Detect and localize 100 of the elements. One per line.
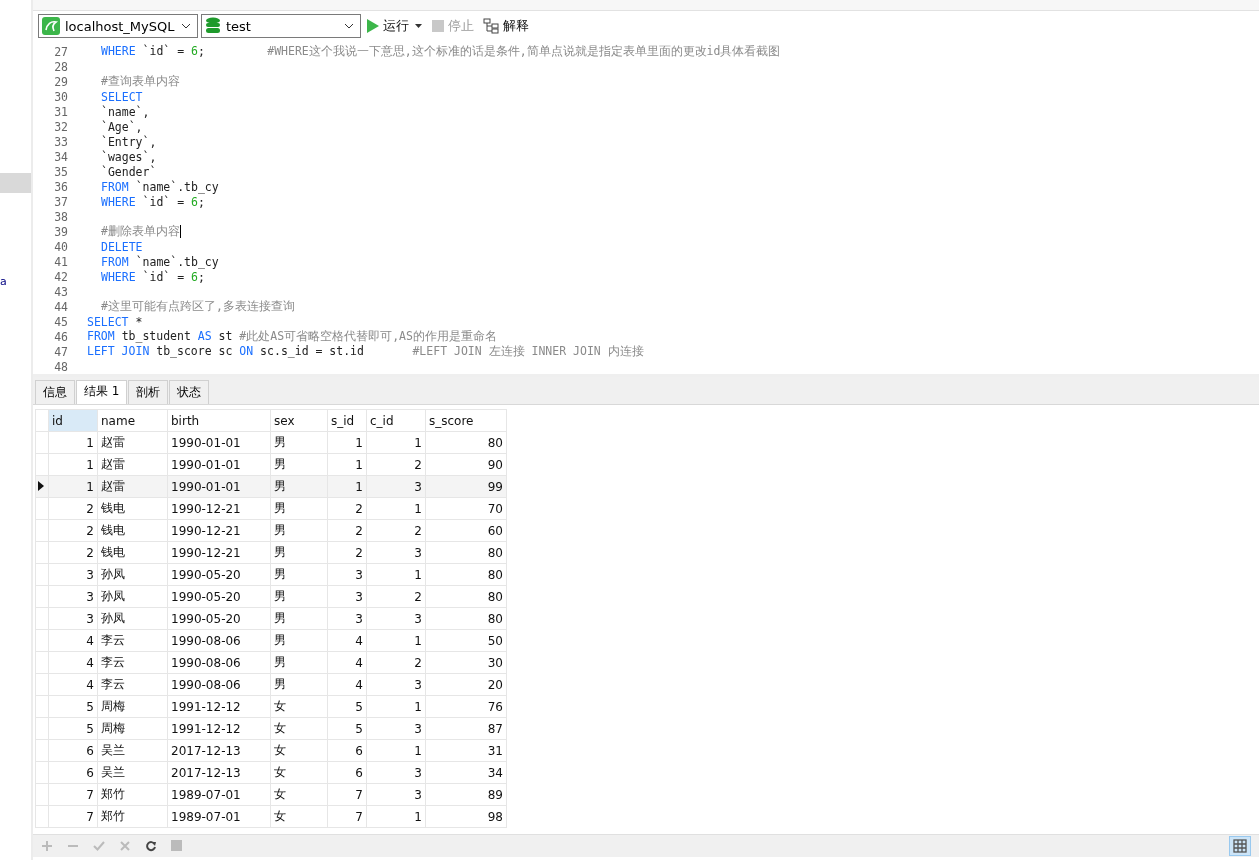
table-cell: 3 — [327, 585, 367, 608]
table-cell: 3 — [366, 673, 426, 696]
table-cell: 70 — [425, 497, 507, 520]
table-cell: 2 — [366, 519, 426, 542]
table-cell: 5 — [327, 695, 367, 718]
table-cell: 76 — [425, 695, 507, 718]
line-number: 46 — [53, 329, 68, 344]
table-cell: 1989-07-01 — [167, 805, 271, 828]
code-line: #删除表单内容 — [100, 224, 180, 239]
table-cell: 3 — [48, 585, 98, 608]
table-cell: 男 — [270, 519, 328, 542]
table-cell: 1 — [48, 431, 98, 454]
table-cell: 男 — [270, 651, 328, 674]
check-icon[interactable] — [93, 840, 105, 852]
table-cell: 男 — [270, 497, 328, 520]
line-number: 37 — [53, 194, 68, 209]
table-cell: 1 — [48, 453, 98, 476]
table-cell: 1 — [366, 695, 426, 718]
result-tab[interactable]: 状态 — [169, 380, 210, 404]
code-line: `wages`, — [100, 149, 157, 164]
line-number: 48 — [53, 359, 68, 374]
table-cell: 1990-01-01 — [167, 431, 271, 454]
table-cell: 3 — [366, 783, 426, 806]
column-header[interactable]: s_id — [327, 409, 367, 432]
line-number: 47 — [53, 344, 68, 359]
table-cell: 80 — [425, 541, 507, 564]
diagram-icon — [483, 18, 499, 34]
current-row-icon — [38, 480, 44, 491]
table-cell: 34 — [425, 761, 507, 784]
code-line: `Age`, — [100, 119, 143, 134]
table-cell: 郑竹 — [97, 783, 168, 806]
code-line: DELETE — [100, 239, 143, 254]
stop-icon — [432, 20, 444, 32]
table-cell: 1 — [366, 497, 426, 520]
result-tab[interactable]: 结果 1 — [76, 380, 128, 404]
table-cell: 2 — [366, 651, 426, 674]
run-button[interactable]: 运行 — [364, 17, 412, 35]
close-icon[interactable] — [119, 840, 131, 852]
table-cell: 4 — [48, 651, 98, 674]
table-cell: 女 — [270, 695, 328, 718]
table-cell: 1990-12-21 — [167, 519, 271, 542]
row-selector[interactable] — [35, 475, 49, 498]
caret-icon[interactable] — [415, 24, 422, 28]
column-header[interactable]: birth — [167, 409, 271, 432]
table-cell: 孙凤 — [97, 585, 168, 608]
table-cell: 1991-12-12 — [167, 695, 271, 718]
table-cell: 2 — [327, 541, 367, 564]
result-tab[interactable]: 剖析 — [128, 380, 169, 404]
table-cell: 男 — [270, 629, 328, 652]
code-line: SELECT * — [87, 314, 143, 329]
table-cell: 郑竹 — [97, 805, 168, 828]
table-cell: 5 — [48, 695, 98, 718]
table-cell: 4 — [327, 673, 367, 696]
code-line: #这里可能有点跨区了,多表连接查询 — [100, 299, 295, 314]
table-cell: 1990-05-20 — [167, 585, 271, 608]
play-icon — [367, 19, 379, 33]
table-cell: 1990-08-06 — [167, 673, 271, 696]
stop-icon[interactable] — [171, 840, 183, 852]
column-header[interactable]: name — [97, 409, 168, 432]
caret-icon — [181, 23, 191, 29]
table-cell: 3 — [327, 607, 367, 630]
line-number: 38 — [53, 209, 68, 224]
column-header[interactable]: id — [48, 409, 98, 432]
table-cell: 1 — [327, 431, 367, 454]
table-cell: 1 — [366, 563, 426, 586]
table-cell: 2 — [366, 585, 426, 608]
table-cell: 1990-01-01 — [167, 453, 271, 476]
table-cell: 男 — [270, 431, 328, 454]
table-cell: 周梅 — [97, 695, 168, 718]
code-line: #查询表单内容 — [100, 74, 180, 89]
table-cell: 6 — [48, 739, 98, 762]
grid-view-icon[interactable] — [1229, 836, 1251, 856]
code-line: `Entry`, — [100, 134, 157, 149]
table-cell: 7 — [48, 805, 98, 828]
add-icon[interactable] — [41, 840, 53, 852]
sidebar-item[interactable] — [0, 173, 31, 193]
explain-button[interactable]: 解释 — [480, 17, 532, 35]
refresh-icon[interactable] — [145, 840, 157, 852]
column-header[interactable]: s_score — [425, 409, 507, 432]
table-cell: 2 — [327, 497, 367, 520]
code-line: FROM `name`.tb_cy — [100, 179, 219, 194]
column-header[interactable]: sex — [270, 409, 328, 432]
code-editor[interactable] — [33, 41, 1259, 377]
connection-icon — [42, 17, 60, 35]
table-cell: 男 — [270, 541, 328, 564]
table-cell: 20 — [425, 673, 507, 696]
connection-dropdown[interactable]: localhost_MySQL — [38, 14, 198, 38]
table-cell: 60 — [425, 519, 507, 542]
table-cell: 男 — [270, 673, 328, 696]
table-cell: 5 — [48, 717, 98, 740]
table-cell: 80 — [425, 607, 507, 630]
database-dropdown[interactable]: test — [201, 14, 361, 38]
table-cell: 2 — [327, 519, 367, 542]
table-cell: 1 — [327, 453, 367, 476]
column-header[interactable]: c_id — [366, 409, 426, 432]
table-cell: 男 — [270, 585, 328, 608]
caret-icon — [344, 23, 354, 29]
line-number: 44 — [53, 299, 68, 314]
table-cell: 2 — [48, 541, 98, 564]
result-tab[interactable]: 信息 — [35, 380, 75, 404]
